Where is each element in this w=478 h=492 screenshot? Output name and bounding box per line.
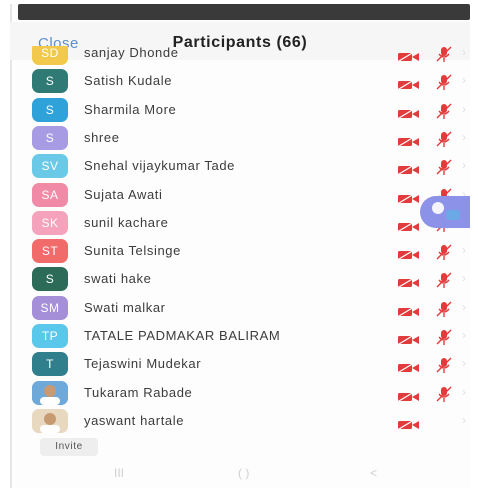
participant-row[interactable]: SD sanjay Dhonde ›: [10, 46, 470, 68]
participant-row[interactable]: SV Snehal vijaykumar Tade ›: [10, 153, 470, 181]
participant-row[interactable]: Tukaram Rabade ›: [10, 380, 470, 408]
mic-muted-icon: [434, 328, 454, 346]
avatar: ST: [32, 239, 68, 264]
chevron-right-icon: ›: [462, 384, 466, 399]
avatar: SA: [32, 182, 68, 207]
avatar: SV: [32, 154, 68, 179]
avatar: S: [32, 125, 68, 150]
participant-row[interactable]: ST Sunita Telsinge ›: [10, 238, 470, 266]
participant-list: SD sanjay Dhonde › S Satish Kudale › S Sharmila…: [10, 46, 470, 436]
participant-row[interactable]: S Sharmila More ›: [10, 97, 470, 125]
participant-name: yaswant hartale: [84, 412, 185, 428]
mic-muted-icon: [434, 300, 454, 318]
video-off-icon: [398, 106, 420, 119]
participant-name: Snehal vijaykumar Tade: [84, 158, 235, 174]
video-off-icon: [398, 360, 420, 373]
participant-row[interactable]: S Satish Kudale ›: [10, 68, 470, 96]
chat-icon: [446, 210, 460, 220]
mic-muted-icon: [434, 243, 454, 261]
avatar-photo: [32, 408, 68, 433]
mic-muted-icon: [434, 356, 454, 374]
floating-meeting-bubble[interactable]: [420, 196, 470, 228]
participant-row[interactable]: TP TATALE PADMAKAR BALIRAM ›: [10, 323, 470, 351]
participant-name: sunil kacharе: [84, 214, 169, 230]
back-nav-button[interactable]: <: [370, 466, 377, 480]
recents-nav-button[interactable]: III: [114, 466, 124, 480]
android-nav-bar: III ( ) <: [10, 460, 470, 484]
participant-name: Satish Kudale: [84, 73, 173, 89]
avatar: SD: [32, 46, 68, 65]
mic-muted-icon: [434, 102, 454, 120]
participant-name: Sujata Awati: [84, 186, 163, 202]
participant-row[interactable]: Sshree ›: [10, 125, 470, 153]
chevron-right-icon: ›: [462, 299, 466, 314]
participant-row[interactable]: SM Swati malkar ›: [10, 295, 470, 323]
participant-name: Swati malkar: [84, 299, 166, 315]
avatar-photo: [32, 380, 68, 405]
participant-row[interactable]: yaswant hartale ›: [10, 408, 470, 436]
video-off-icon: [398, 49, 420, 62]
video-off-icon: [398, 162, 420, 175]
mic-muted-icon: [434, 385, 454, 403]
home-nav-button[interactable]: ( ): [238, 466, 249, 480]
chevron-right-icon: ›: [462, 129, 466, 144]
participant-row[interactable]: T Tejaswini Mudekar ›: [10, 351, 470, 379]
chevron-right-icon: ›: [462, 46, 466, 59]
video-off-icon: [398, 304, 420, 317]
video-off-icon: [398, 389, 420, 402]
chevron-right-icon: ›: [462, 158, 466, 173]
participant-name: Sharmila More: [84, 101, 177, 117]
person-icon: [432, 202, 444, 214]
video-off-icon: [398, 191, 420, 204]
participant-name: Sunita Telsinge: [84, 243, 181, 259]
mic-muted-icon: [434, 158, 454, 176]
mic-muted-icon: [434, 271, 454, 289]
chevron-right-icon: ›: [462, 328, 466, 342]
participant-row[interactable]: Sswati hake ›: [10, 266, 470, 294]
chevron-right-icon: ›: [462, 271, 466, 286]
video-off-icon: [398, 134, 420, 147]
video-off-icon: [398, 77, 420, 90]
avatar: S: [32, 97, 68, 122]
participant-name: Tukaram Rabade: [84, 384, 193, 400]
participant-row[interactable]: SA Sujata Awati ›: [10, 182, 470, 210]
mic-muted-icon: [434, 46, 454, 63]
video-off-icon: [398, 417, 420, 430]
mic-muted-icon: [434, 73, 454, 91]
participant-row[interactable]: SKsunil kacharе›: [10, 210, 470, 238]
participant-name: swati hake: [84, 271, 152, 287]
mic-muted-icon: [434, 130, 454, 148]
chevron-right-icon: ›: [462, 73, 466, 88]
status-bar: [18, 4, 470, 20]
avatar: SM: [32, 295, 68, 320]
avatar: S: [32, 69, 68, 94]
participant-name: sanjay Dhonde: [84, 46, 179, 60]
participant-name: shree: [84, 129, 120, 145]
chevron-right-icon: ›: [462, 243, 466, 258]
avatar: TP: [32, 324, 68, 348]
chevron-right-icon: ›: [462, 412, 466, 427]
participant-name: TATALE PADMAKAR BALIRAM: [84, 328, 281, 343]
avatar: SK: [32, 210, 68, 235]
chevron-right-icon: ›: [462, 356, 466, 371]
avatar: T: [32, 352, 68, 377]
invite-button[interactable]: Invite: [40, 438, 98, 456]
video-off-icon: [398, 219, 420, 232]
participant-name: Tejaswini Mudekar: [84, 356, 202, 372]
video-off-icon: [398, 247, 420, 260]
video-off-icon: [398, 332, 420, 345]
video-off-icon: [398, 275, 420, 288]
chevron-right-icon: ›: [462, 101, 466, 116]
avatar: S: [32, 267, 68, 292]
